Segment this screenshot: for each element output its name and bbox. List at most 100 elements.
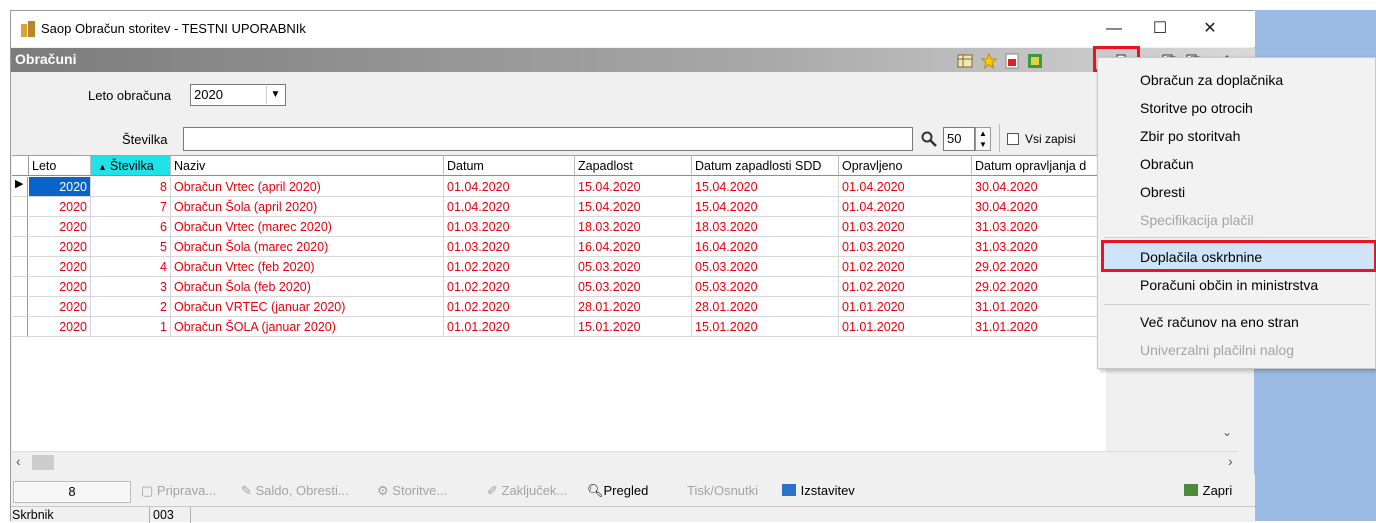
table-cell[interactable]: 31.01.2020 <box>972 317 1106 337</box>
table-cell[interactable]: 28.01.2020 <box>692 297 839 317</box>
table-cell[interactable]: 2020 <box>29 317 91 337</box>
pdf-export-icon[interactable] <box>1004 53 1020 69</box>
current-row-indicator[interactable]: ▶ <box>12 177 28 197</box>
table-cell[interactable]: 30.04.2020 <box>972 177 1106 197</box>
table-cell[interactable]: 2020 <box>29 257 91 277</box>
table-cell[interactable]: 2020 <box>29 277 91 297</box>
page-size-input[interactable]: 50 <box>943 127 975 151</box>
table-cell[interactable]: 30.04.2020 <box>972 197 1106 217</box>
table-cell[interactable]: 2020 <box>29 177 91 197</box>
table-cell[interactable]: 01.04.2020 <box>839 177 972 197</box>
minimize-button[interactable]: — <box>1091 11 1137 47</box>
table-cell[interactable]: Obračun ŠOLA (januar 2020) <box>171 317 444 337</box>
row-indicator[interactable] <box>12 277 28 297</box>
table-cell[interactable]: 31.03.2020 <box>972 217 1106 237</box>
table-cell[interactable]: 28.01.2020 <box>575 297 692 317</box>
table-cell[interactable]: 15.04.2020 <box>692 177 839 197</box>
table-cell[interactable]: Obračun Vrtec (april 2020) <box>171 177 444 197</box>
row-indicator[interactable] <box>12 237 28 257</box>
table-cell[interactable]: 01.04.2020 <box>444 197 575 217</box>
row-indicator[interactable] <box>12 317 28 337</box>
maximize-button[interactable]: ☐ <box>1137 11 1183 47</box>
table-cell[interactable]: 01.02.2020 <box>839 277 972 297</box>
table-cell[interactable]: 2 <box>91 297 171 317</box>
menu-item[interactable]: Obračun <box>1140 156 1194 172</box>
column-header[interactable]: Naziv <box>171 156 444 176</box>
table-cell[interactable]: 5 <box>91 237 171 257</box>
table-row[interactable]: 2020 6 Obračun Vrtec (marec 2020) 01.03.202… <box>12 217 1106 237</box>
scroll-left-icon[interactable]: ‹ <box>16 453 21 469</box>
all-records-checkbox[interactable] <box>1007 133 1019 145</box>
table-cell[interactable]: 31.01.2020 <box>972 297 1106 317</box>
table-row[interactable]: 2020 2 Obračun VRTEC (januar 2020) 01.02.20… <box>12 297 1106 317</box>
table-cell[interactable]: 05.03.2020 <box>575 277 692 297</box>
balance-interest-button[interactable]: ✎ Saldo, Obresti... <box>241 483 349 499</box>
table-cell[interactable]: 15.01.2020 <box>575 317 692 337</box>
table-cell[interactable]: 2020 <box>29 197 91 217</box>
print-drafts-button[interactable]: Tisk/Osnutki <box>687 483 758 498</box>
table-cell[interactable]: 01.03.2020 <box>444 237 575 257</box>
column-header[interactable]: Datum opravljanja d <box>972 156 1106 176</box>
table-row[interactable]: 2020 1 Obračun ŠOLA (januar 2020) 01.01.202… <box>12 317 1106 337</box>
column-header[interactable]: Opravljeno <box>839 156 972 176</box>
table-cell[interactable]: Obračun VRTEC (januar 2020) <box>171 297 444 317</box>
table-cell[interactable]: 29.02.2020 <box>972 277 1106 297</box>
table-cell[interactable]: 01.04.2020 <box>839 197 972 217</box>
row-indicator[interactable] <box>12 197 28 217</box>
table-cell[interactable]: 01.02.2020 <box>444 277 575 297</box>
table-cell[interactable]: 01.03.2020 <box>444 217 575 237</box>
menu-item[interactable]: Storitve po otrocih <box>1140 100 1253 116</box>
table-cell[interactable]: 2020 <box>29 217 91 237</box>
column-header[interactable]: Leto <box>29 156 91 176</box>
table-cell[interactable]: 01.01.2020 <box>444 317 575 337</box>
scroll-right-icon[interactable]: › <box>1228 453 1233 469</box>
table-row[interactable]: 2020 4 Obračun Vrtec (feb 2020) 01.02.2020 0… <box>12 257 1106 277</box>
table-cell[interactable]: 01.02.2020 <box>444 257 575 277</box>
table-cell[interactable]: 01.01.2020 <box>839 317 972 337</box>
menu-item[interactable]: Obračun za doplačnika <box>1140 72 1283 88</box>
table-cell[interactable]: 7 <box>91 197 171 217</box>
table-cell[interactable]: 15.01.2020 <box>692 317 839 337</box>
table-cell[interactable]: 01.03.2020 <box>839 217 972 237</box>
table-cell[interactable]: 8 <box>91 177 171 197</box>
close-period-button[interactable]: ✐ Zaključek... <box>487 483 567 499</box>
column-header-sorted[interactable]: ▲ Številka <box>91 156 171 176</box>
table-cell[interactable]: 01.04.2020 <box>444 177 575 197</box>
menu-item[interactable]: Zbir po storitvah <box>1140 128 1240 144</box>
table-cell[interactable]: 16.04.2020 <box>692 237 839 257</box>
column-header[interactable]: Datum <box>444 156 575 176</box>
table-cell[interactable]: 1 <box>91 317 171 337</box>
table-cell[interactable]: 2020 <box>29 297 91 317</box>
year-select[interactable]: 2020 ▼ <box>190 84 286 106</box>
menu-item[interactable]: Več računov na eno stran <box>1140 314 1299 330</box>
row-indicator[interactable] <box>12 297 28 317</box>
table-row[interactable]: ▶ 2020 8 Obračun Vrtec (april 2020) 01.04.20… <box>12 177 1106 197</box>
issue-button[interactable]: Izstavitev <box>781 483 855 498</box>
search-icon[interactable] <box>921 131 937 147</box>
menu-item-disabled[interactable]: Univerzalni plačilni nalog <box>1140 342 1294 358</box>
menu-item[interactable]: Poračuni občin in ministrstva <box>1140 277 1318 293</box>
favorite-star-icon[interactable] <box>981 53 997 69</box>
table-cell[interactable]: Obračun Šola (marec 2020) <box>171 237 444 257</box>
column-header[interactable]: Zapadlost <box>575 156 692 176</box>
table-cell[interactable]: 18.03.2020 <box>692 217 839 237</box>
table-row[interactable]: 2020 5 Obračun Šola (marec 2020) 01.03.2020… <box>12 237 1106 257</box>
close-button[interactable]: ✕ <box>1187 11 1233 47</box>
table-cell[interactable]: 15.04.2020 <box>575 177 692 197</box>
scroll-down-icon[interactable]: ⌄ <box>1222 425 1232 439</box>
table-cell[interactable]: 05.03.2020 <box>692 277 839 297</box>
table-cell[interactable]: Obračun Šola (feb 2020) <box>171 277 444 297</box>
table-cell[interactable]: 16.04.2020 <box>575 237 692 257</box>
table-cell[interactable]: 15.04.2020 <box>692 197 839 217</box>
excel-export-icon[interactable] <box>1027 53 1043 69</box>
horizontal-scrollbar[interactable]: ‹ › <box>12 451 1238 473</box>
table-cell[interactable]: 01.02.2020 <box>444 297 575 317</box>
menu-item[interactable]: Obresti <box>1140 184 1185 200</box>
table-row[interactable]: 2020 3 Obračun Šola (feb 2020) 01.02.2020 05… <box>12 277 1106 297</box>
table-cell[interactable]: 05.03.2020 <box>575 257 692 277</box>
table-cell[interactable]: 3 <box>91 277 171 297</box>
table-cell[interactable]: 29.02.2020 <box>972 257 1106 277</box>
dropdown-arrow-icon[interactable]: ▼ <box>266 86 284 104</box>
table-cell[interactable]: 18.03.2020 <box>575 217 692 237</box>
table-cell[interactable]: 2020 <box>29 237 91 257</box>
